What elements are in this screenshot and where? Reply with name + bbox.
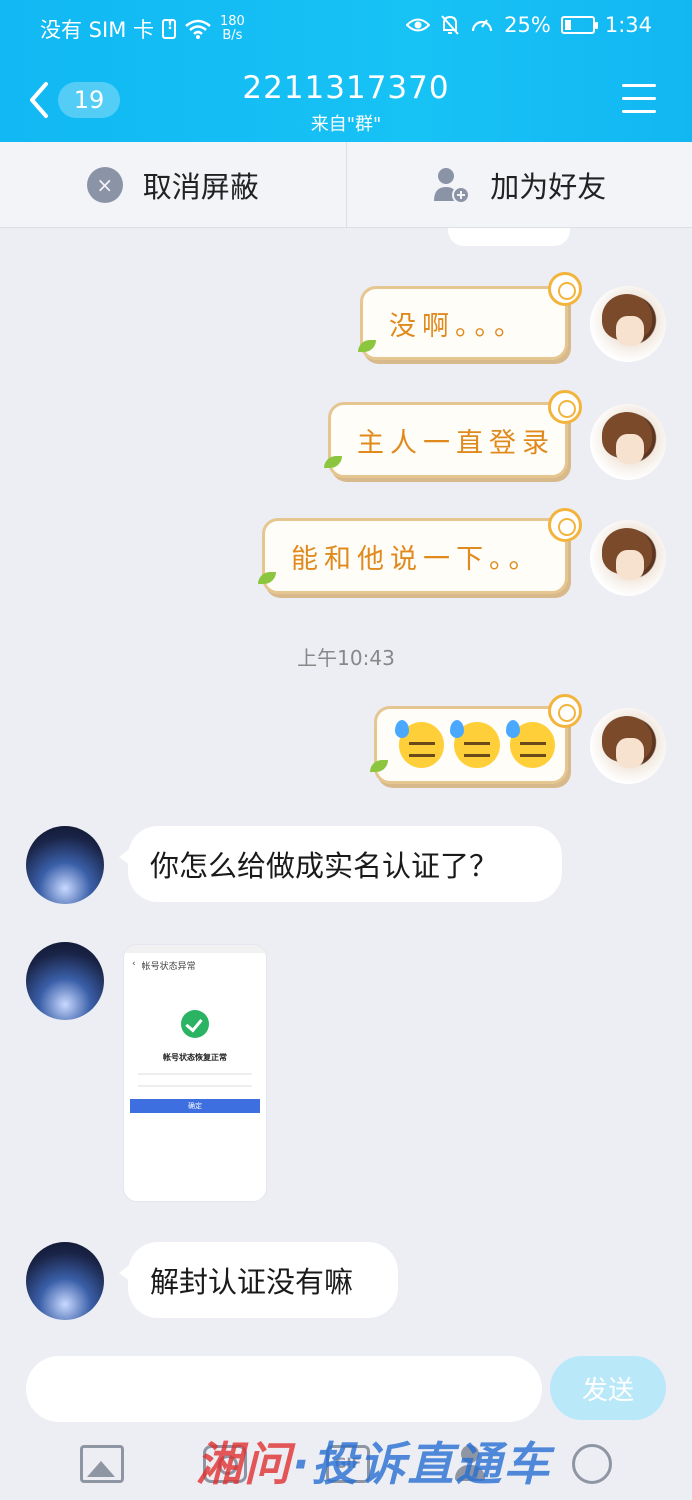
- menu-icon[interactable]: [622, 84, 656, 114]
- speed-gauge-icon: [472, 19, 493, 32]
- emoji-icon[interactable]: [572, 1444, 613, 1484]
- status-right: 25% 1:34: [406, 13, 652, 37]
- sun-decoration-icon: [548, 694, 582, 728]
- net-speed-value: 180: [220, 14, 245, 29]
- image-icon[interactable]: [79, 1445, 124, 1483]
- previous-bubble-fragment: [448, 228, 570, 246]
- success-check-icon: [181, 1010, 209, 1038]
- chat-title: 2211317370: [242, 70, 450, 106]
- status-bar: 没有 SIM 卡 180 B/s: [0, 0, 692, 56]
- sun-decoration-icon: [548, 272, 582, 306]
- sun-decoration-icon: [548, 390, 582, 424]
- sweat-face-icon: [450, 720, 500, 768]
- message-input[interactable]: [26, 1356, 542, 1422]
- contact-avatar[interactable]: [26, 826, 104, 904]
- sun-decoration-icon: [548, 508, 582, 542]
- message-text: 主人一直登录: [357, 427, 555, 459]
- contact-avatar[interactable]: [26, 942, 104, 1020]
- eye-icon: [406, 18, 431, 32]
- composer: 发送 GIF: [0, 1348, 692, 1500]
- unblock-label: 取消屏蔽: [142, 169, 259, 204]
- message-bubble-sent[interactable]: [374, 706, 568, 784]
- add-friend-label: 加为好友: [490, 169, 607, 204]
- unblock-icon: [86, 166, 123, 203]
- message-text: 能和他说一下。。: [291, 543, 542, 575]
- battery-percent: 25%: [504, 13, 551, 37]
- contact-avatar[interactable]: [26, 1242, 104, 1320]
- sim-icon: [162, 18, 176, 39]
- bell-muted-icon: [441, 15, 459, 35]
- unblock-button[interactable]: 取消屏蔽: [0, 142, 346, 227]
- wifi-icon: [185, 19, 211, 39]
- thumb-title: 帐号状态恢复正常: [163, 1053, 227, 1062]
- status-left: 没有 SIM 卡 180 B/s: [40, 14, 245, 44]
- my-avatar[interactable]: [590, 286, 666, 362]
- message-bubble-sent[interactable]: 主人一直登录: [328, 402, 568, 478]
- chat-header: 没有 SIM 卡 180 B/s: [0, 0, 692, 142]
- sweat-face-icon: [505, 720, 555, 768]
- gif-icon[interactable]: GIF: [325, 1445, 370, 1483]
- message-bubble-received[interactable]: 解封认证没有嘛: [119, 1242, 398, 1318]
- my-avatar[interactable]: [590, 404, 666, 480]
- contact-icon[interactable]: [449, 1445, 493, 1483]
- message-text: 没啊。。。: [389, 310, 527, 342]
- battery-fill: [564, 20, 572, 30]
- stranger-action-bar: 取消屏蔽 加为好友: [0, 142, 692, 228]
- message-text: 你怎么给做成实名认证了？: [150, 849, 499, 883]
- net-speed-unit: B/s: [222, 28, 243, 43]
- net-speed: 180 B/s: [220, 15, 245, 43]
- thumb-button: 确定: [130, 1099, 260, 1113]
- message-bubble-received[interactable]: 你怎么给做成实名认证了？: [119, 826, 562, 902]
- clock: 1:34: [604, 13, 652, 37]
- message-text: 解封认证没有嘛: [150, 1265, 354, 1299]
- my-avatar[interactable]: [590, 520, 666, 596]
- image-message[interactable]: ‹ 帐号状态异常 帐号状态恢复正常 确定: [123, 944, 267, 1202]
- chat-subtitle: 来自"群": [310, 114, 382, 135]
- message-bubble-sent[interactable]: 没啊。。。: [360, 286, 568, 360]
- timestamp: 上午10:43: [297, 646, 395, 670]
- thumb-header: 帐号状态异常: [141, 962, 196, 972]
- camera-icon[interactable]: [202, 1445, 247, 1483]
- sweat-face-icon: [394, 720, 445, 768]
- add-friend-icon: [434, 167, 471, 203]
- my-avatar[interactable]: [590, 708, 666, 784]
- send-button[interactable]: 发送: [550, 1356, 666, 1420]
- message-list[interactable]: 没啊。。。 主人一直登录 能和他说一下。。 上午10:43 你怎么给做成实名认证…: [0, 228, 692, 1348]
- battery-icon: [560, 16, 598, 34]
- carrier-label: 没有 SIM 卡: [40, 18, 154, 42]
- message-bubble-sent[interactable]: 能和他说一下。。: [262, 518, 568, 594]
- add-friend-button[interactable]: 加为好友: [345, 142, 692, 227]
- composer-toolbar: GIF: [0, 1440, 692, 1488]
